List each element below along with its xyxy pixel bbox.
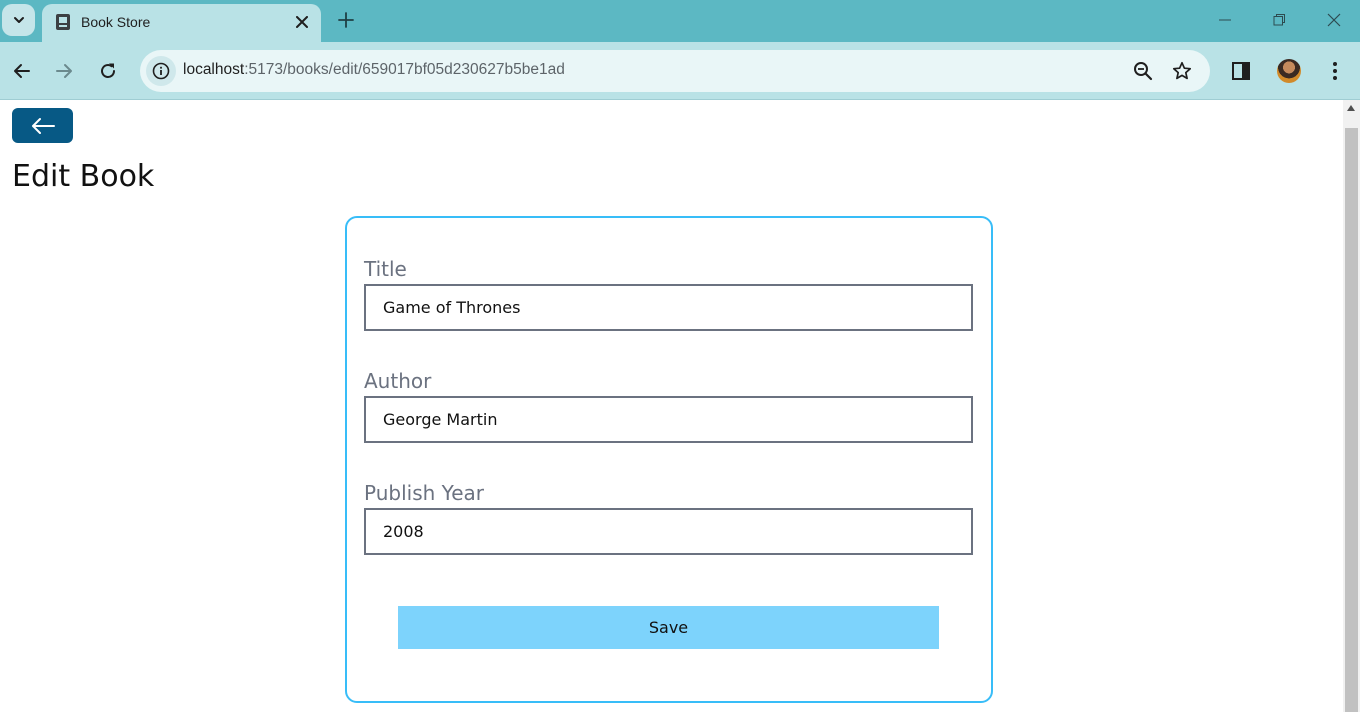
- close-icon: [1327, 13, 1341, 27]
- title-input[interactable]: [364, 284, 973, 331]
- book-favicon-icon: [56, 14, 70, 30]
- arrow-right-icon: [56, 64, 72, 78]
- zoom-icon: [1134, 62, 1153, 81]
- browser-menu-button[interactable]: [1322, 57, 1348, 85]
- reload-button[interactable]: [94, 57, 122, 85]
- star-icon: [1172, 61, 1192, 80]
- tab-search-button[interactable]: [2, 4, 35, 36]
- info-icon: [152, 62, 170, 80]
- tab-title: Book Store: [81, 14, 151, 30]
- browser-tab-active[interactable]: Book Store: [42, 4, 321, 42]
- restore-button[interactable]: [1265, 8, 1293, 32]
- url-text: localhost:5173/books/edit/659017bf05d230…: [183, 61, 565, 79]
- title-label: Title: [364, 257, 407, 281]
- site-info-button[interactable]: [146, 56, 176, 86]
- publish-year-input[interactable]: [364, 508, 973, 555]
- plus-icon: [338, 12, 354, 28]
- minimize-icon: [1219, 19, 1231, 21]
- author-label: Author: [364, 369, 432, 393]
- back-nav-button[interactable]: [8, 57, 36, 85]
- profile-avatar[interactable]: [1277, 59, 1301, 83]
- edit-book-form: Title Author Publish Year Save: [345, 216, 993, 703]
- author-input[interactable]: [364, 396, 973, 443]
- close-window-button[interactable]: [1320, 8, 1348, 32]
- publish-year-label: Publish Year: [364, 481, 484, 505]
- scroll-up-arrow[interactable]: [1347, 105, 1355, 111]
- forward-nav-button[interactable]: [50, 57, 78, 85]
- address-bar[interactable]: localhost:5173/books/edit/659017bf05d230…: [140, 50, 1210, 92]
- arrow-left-icon: [14, 64, 30, 78]
- browser-toolbar: localhost:5173/books/edit/659017bf05d230…: [0, 42, 1360, 100]
- tab-close-button[interactable]: [293, 13, 311, 31]
- page-scrollbar[interactable]: [1343, 100, 1360, 712]
- reload-icon: [101, 63, 115, 78]
- minimize-button[interactable]: [1211, 8, 1239, 32]
- bookmark-button[interactable]: [1171, 60, 1193, 82]
- new-tab-button[interactable]: [335, 9, 357, 31]
- zoom-button[interactable]: [1132, 60, 1154, 82]
- more-vertical-icon: [1333, 62, 1337, 80]
- side-panel-button[interactable]: [1228, 57, 1254, 85]
- close-icon: [296, 16, 308, 28]
- scroll-thumb[interactable]: [1345, 128, 1358, 712]
- arrow-left-icon: [31, 117, 55, 134]
- url-path: :5173/books/edit/659017bf05d230627b5be1a…: [244, 61, 565, 78]
- back-button[interactable]: [12, 108, 73, 143]
- tab-strip: Book Store: [0, 0, 1360, 42]
- chevron-down-icon: [13, 17, 24, 23]
- restore-icon: [1273, 14, 1285, 26]
- save-button[interactable]: Save: [398, 606, 939, 649]
- url-host: localhost: [183, 61, 245, 78]
- page-title: Edit Book: [12, 159, 155, 194]
- side-panel-icon: [1232, 62, 1250, 80]
- page-viewport: Edit Book Title Author Publish Year Save: [0, 100, 1343, 712]
